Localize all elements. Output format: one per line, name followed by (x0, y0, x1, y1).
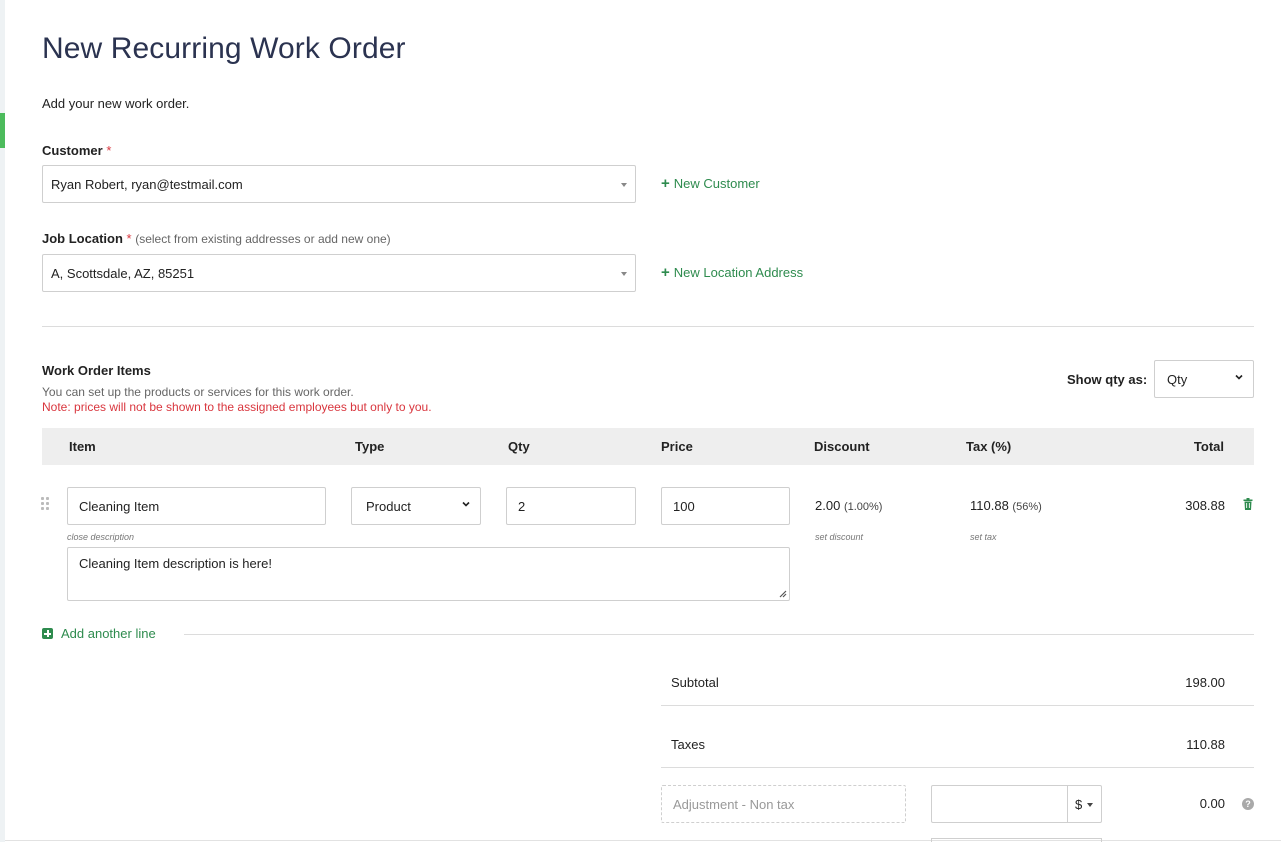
subtotal-value: 198.00 (1185, 675, 1225, 690)
adjustment-unit-value: $ (1075, 796, 1083, 812)
tax-percent: (56%) (1012, 501, 1042, 513)
job-location-select[interactable]: A, Scottsdale, AZ, 85251 (42, 254, 636, 292)
new-location-label: New Location Address (673, 265, 804, 280)
new-customer-link[interactable]: + New Customer (661, 176, 760, 191)
resize-handle-icon[interactable] (778, 589, 787, 598)
adjustment-label-input[interactable]: Adjustment - Non tax (661, 785, 906, 823)
item-tax-value: 110.88 (56%) (970, 498, 1042, 513)
item-description-text: Cleaning Item description is here! (79, 556, 272, 571)
job-location-label: Job Location * (select from existing add… (42, 231, 391, 246)
adjustment-unit-dropdown[interactable]: $ (1067, 785, 1102, 823)
page-intro: Add your new work order. (42, 96, 190, 111)
dropdown-caret-icon (1087, 803, 1093, 807)
job-location-select-value: A, Scottsdale, AZ, 85251 (51, 265, 195, 281)
column-header-price: Price (661, 439, 693, 454)
chevron-down-icon (1235, 374, 1243, 380)
discount-percent: (1.00%) (843, 501, 883, 513)
tax-amount: 110.88 (970, 498, 1009, 513)
active-section-indicator (0, 113, 5, 148)
plus-icon: + (661, 175, 670, 192)
plus-square-icon (42, 628, 53, 639)
add-another-line-label: Add another line (61, 626, 156, 641)
adjustment-amount-input[interactable] (931, 785, 1068, 823)
discount-amount: 2.00 (815, 498, 841, 513)
taxes-label: Taxes (671, 737, 705, 752)
plus-icon: + (661, 264, 670, 281)
column-header-item: Item (69, 439, 96, 454)
work-order-items-title: Work Order Items (42, 363, 151, 378)
item-discount-value: 2.00 (1.00%) (815, 498, 882, 513)
item-qty-input[interactable]: 2 (506, 487, 636, 525)
section-divider (42, 326, 1254, 327)
drag-handle-icon[interactable] (41, 497, 51, 511)
new-customer-label: New Customer (673, 176, 760, 191)
item-price-input[interactable]: 100 (661, 487, 790, 525)
trash-icon[interactable] (1243, 498, 1253, 510)
item-type-select[interactable]: Product (351, 487, 481, 525)
close-description-link[interactable]: close description (67, 532, 134, 542)
set-tax-link[interactable]: set tax (970, 532, 997, 542)
work-order-items-note: Note: prices will not be shown to the as… (42, 400, 432, 414)
add-line-divider (184, 634, 1254, 635)
show-qty-select[interactable]: Qty (1154, 360, 1254, 398)
job-location-label-text: Job Location (42, 231, 123, 246)
item-name-input[interactable]: Cleaning Item (67, 487, 326, 525)
customer-label-text: Customer (42, 143, 103, 158)
new-location-link[interactable]: + New Location Address (661, 265, 803, 280)
column-header-type: Type (355, 439, 385, 454)
column-header-discount: Discount (814, 439, 870, 454)
work-order-items-subtitle: You can set up the products or services … (42, 385, 354, 399)
required-mark: * (106, 143, 112, 158)
subtotal-label: Subtotal (671, 675, 719, 690)
dropdown-caret-icon (621, 272, 627, 276)
show-qty-label: Show qty as: (1067, 372, 1148, 387)
job-location-hint: (select from existing addresses or add n… (135, 232, 391, 246)
column-header-tax: Tax (%) (966, 439, 1012, 454)
summary-divider (661, 767, 1254, 768)
summary-divider (661, 705, 1254, 706)
taxes-value: 110.88 (1186, 737, 1225, 752)
adjustment-value: 0.00 (1199, 796, 1225, 811)
customer-label: Customer * (42, 143, 111, 158)
show-qty-value: Qty (1167, 371, 1188, 387)
add-another-line-button[interactable]: Add another line (42, 626, 156, 641)
column-header-total: Total (1193, 439, 1224, 454)
set-discount-link[interactable]: set discount (815, 532, 863, 542)
item-type-value: Product (366, 498, 411, 514)
column-header-qty: Qty (508, 439, 530, 454)
next-adjustment-input[interactable] (931, 838, 1102, 842)
customer-select-value: Ryan Robert, ryan@testmail.com (51, 176, 243, 192)
dropdown-caret-icon (621, 183, 627, 187)
customer-select[interactable]: Ryan Robert, ryan@testmail.com (42, 165, 636, 203)
item-total-value: 308.88 (1185, 498, 1225, 513)
item-description-textarea[interactable]: Cleaning Item description is here! (67, 547, 790, 601)
help-icon[interactable]: ? (1242, 798, 1254, 810)
page-title: New Recurring Work Order (42, 32, 406, 65)
items-table-header: Item Type Qty Price Discount Tax (%) Tot… (42, 428, 1254, 465)
required-mark: * (126, 231, 132, 246)
chevron-down-icon (462, 501, 470, 507)
